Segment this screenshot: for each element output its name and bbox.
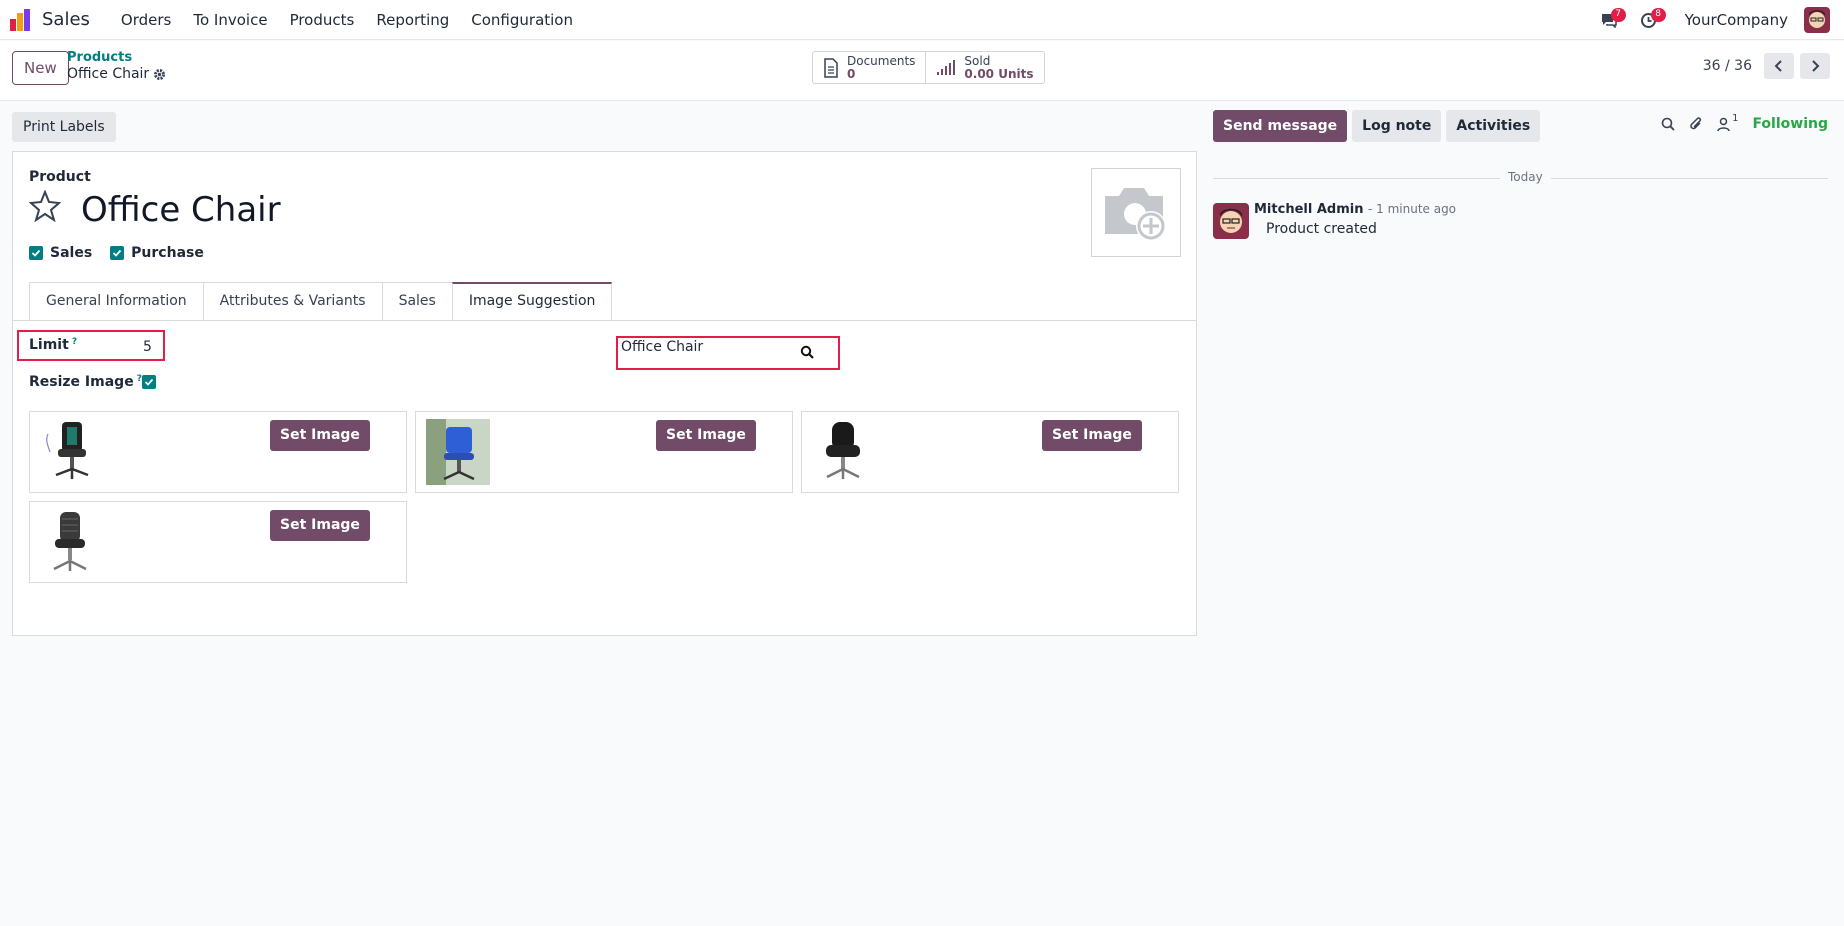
chevron-right-icon <box>1812 60 1820 72</box>
camera-add-icon <box>1105 187 1166 241</box>
smart-buttons: Documents 0 Sold 0.00 Units <box>812 51 1045 84</box>
top-navbar: Sales Orders To Invoice Products Reporti… <box>0 0 1844 40</box>
user-face-icon <box>1220 208 1242 233</box>
sold-value: 0.00 Units <box>964 66 1034 81</box>
menu-products[interactable]: Products <box>279 11 366 29</box>
chevron-left-icon <box>1774 60 1782 72</box>
product-flags: Sales Purchase <box>29 245 212 261</box>
new-button[interactable]: New <box>12 51 69 85</box>
tab-attributes-variants[interactable]: Attributes & Variants <box>202 282 382 320</box>
message-author-name[interactable]: Mitchell Admin <box>1254 202 1363 217</box>
sales-checkbox-label: Sales <box>50 245 93 261</box>
menu-to-invoice[interactable]: To Invoice <box>182 11 278 29</box>
checkbox-checked-icon <box>110 246 125 260</box>
purchase-checkbox[interactable]: Purchase <box>110 245 204 261</box>
followers-button[interactable]: 1 <box>1717 113 1738 132</box>
limit-label: Limit? <box>29 337 77 353</box>
pager-previous-button[interactable] <box>1764 53 1794 79</box>
product-image-upload[interactable] <box>1091 168 1181 257</box>
user-face-icon <box>1809 10 1825 28</box>
resize-image-label-text: Resize Image <box>29 374 134 390</box>
user-avatar[interactable] <box>1804 7 1830 33</box>
black-leather-chair-image <box>826 422 860 479</box>
tabs-divider <box>13 320 1196 321</box>
date-separator-label: Today <box>1500 170 1551 184</box>
limit-input[interactable]: 5 <box>143 339 152 355</box>
search-icon[interactable] <box>800 345 814 359</box>
checkbox-checked-icon <box>29 246 43 260</box>
limit-help-icon[interactable]: ? <box>72 337 77 347</box>
app-name[interactable]: Sales <box>42 9 90 30</box>
tab-image-suggestion[interactable]: Image Suggestion <box>451 282 613 320</box>
sales-app-icon[interactable] <box>10 8 32 31</box>
message-time: - 1 minute ago <box>1367 202 1457 216</box>
messages-count-badge: 7 <box>1610 8 1626 22</box>
message-body: Product created <box>1266 221 1377 237</box>
purchase-checkbox-label: Purchase <box>131 245 204 261</box>
product-form-sheet: Product Office Chair Sales Purchase Gene… <box>12 151 1197 636</box>
documents-value: 0 <box>847 66 856 81</box>
gear-icon[interactable] <box>153 68 166 81</box>
suggestion-card: Set Image <box>29 501 407 583</box>
favorite-star-icon[interactable] <box>29 190 61 222</box>
log-note-button[interactable]: Log note <box>1352 110 1442 142</box>
suggestion-card: Set Image <box>801 411 1179 493</box>
pager-next-button[interactable] <box>1800 53 1830 79</box>
message-author-avatar[interactable] <box>1213 203 1249 239</box>
resize-image-label: Resize Image? <box>29 374 142 390</box>
control-panel: New Products Office Chair Documents 0 So… <box>0 41 1844 101</box>
message-author: Mitchell Admin - 1 minute ago <box>1254 202 1456 217</box>
breadcrumb-current-label: Office Chair <box>67 66 150 82</box>
image-search-input[interactable]: Office Chair <box>621 339 703 355</box>
resize-image-checkbox[interactable] <box>142 375 156 389</box>
followers-count: 1 <box>1732 112 1739 124</box>
breadcrumb-current: Office Chair <box>67 66 166 82</box>
menu-configuration[interactable]: Configuration <box>460 11 584 29</box>
company-switcher[interactable]: YourCompany <box>1685 11 1788 29</box>
breadcrumb: Products Office Chair <box>67 50 166 82</box>
paperclip-icon[interactable] <box>1689 116 1703 132</box>
messages-button[interactable]: 7 <box>1589 0 1629 40</box>
product-title[interactable]: Office Chair <box>81 190 281 230</box>
set-image-button[interactable]: Set Image <box>656 420 756 451</box>
chatter-topbar-icons: 1 Following <box>1661 113 1828 132</box>
tab-general-information[interactable]: General Information <box>29 282 203 320</box>
blue-mesh-chair-image <box>426 419 490 485</box>
tab-sales[interactable]: Sales <box>381 282 452 320</box>
black-massage-chair-image <box>46 422 89 479</box>
search-icon[interactable] <box>1661 117 1675 131</box>
person-icon <box>1717 117 1730 131</box>
activities-button[interactable]: Activities <box>1446 110 1541 142</box>
main-menu: Orders To Invoice Products Reporting Con… <box>110 11 584 29</box>
set-image-button[interactable]: Set Image <box>270 420 370 451</box>
grey-leather-chair-image <box>53 512 87 571</box>
signal-bars-icon <box>937 59 956 75</box>
limit-label-text: Limit <box>29 337 69 353</box>
suggestion-card: Set Image <box>29 411 407 493</box>
send-message-button[interactable]: Send message <box>1213 110 1348 142</box>
document-icon <box>824 57 838 78</box>
sales-checkbox[interactable]: Sales <box>29 245 92 261</box>
sold-smart-button[interactable]: Sold 0.00 Units <box>925 52 1043 83</box>
documents-label: Documents <box>847 53 916 68</box>
suggestion-card: Set Image <box>415 411 793 493</box>
print-labels-button[interactable]: Print Labels <box>12 112 116 142</box>
chatter-actions: Send message Log note Activities <box>1213 110 1541 142</box>
menu-orders[interactable]: Orders <box>110 11 182 29</box>
product-label: Product <box>29 169 91 185</box>
set-image-button[interactable]: Set Image <box>270 510 370 541</box>
menu-reporting[interactable]: Reporting <box>365 11 460 29</box>
pager: 36 / 36 <box>1703 53 1830 79</box>
pager-value[interactable]: 36 / 36 <box>1703 58 1752 74</box>
notebook-tabs: General Information Attributes & Variant… <box>29 282 613 320</box>
activities-button[interactable]: 8 <box>1629 0 1669 40</box>
activities-count-badge: 8 <box>1650 8 1666 22</box>
navbar-systray: 7 8 YourCompany <box>1589 0 1830 40</box>
set-image-button[interactable]: Set Image <box>1042 420 1142 451</box>
breadcrumb-products[interactable]: Products <box>67 50 166 65</box>
following-button[interactable]: Following <box>1752 116 1828 132</box>
sold-label: Sold <box>964 53 991 68</box>
documents-smart-button[interactable]: Documents 0 <box>813 52 925 83</box>
